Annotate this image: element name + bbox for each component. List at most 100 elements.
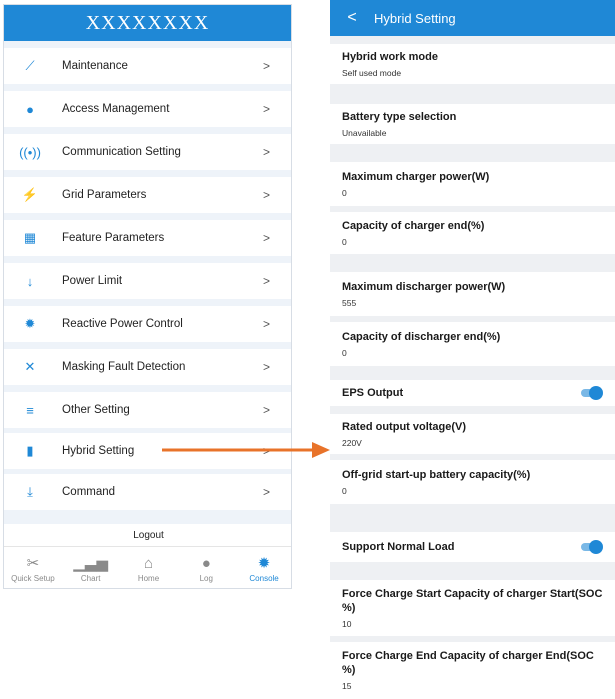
menu-item[interactable]: ● Access Management > — [4, 91, 291, 127]
tab-quick-setup[interactable]: ✂ Quick Setup — [4, 547, 62, 588]
chevron-right-icon: > — [263, 59, 271, 73]
chart-icon: ▁▃▅ — [73, 554, 108, 572]
setting-row[interactable]: Force Charge End Capacity of charger End… — [330, 642, 615, 699]
chevron-right-icon: > — [263, 403, 271, 417]
chevron-right-icon: > — [263, 360, 271, 374]
setting-label: Battery type selection — [342, 110, 457, 123]
setting-row[interactable]: Support Normal Load — [330, 532, 615, 562]
menu-item-label: Power Limit — [62, 275, 123, 287]
menu-item-label: Communication Setting — [62, 146, 181, 158]
setting-label: Force Charge Start Capacity of charger S… — [342, 587, 603, 614]
menu-item-label: Access Management — [62, 103, 170, 115]
setting-value: 0 — [342, 236, 347, 247]
lightning-icon: ⚡ — [21, 187, 39, 202]
setting-row[interactable]: Battery type selection Unavailable — [330, 104, 615, 144]
setting-label: Maximum charger power(W) — [342, 170, 490, 183]
setting-row[interactable]: Rated output voltage(V) 220V — [330, 414, 615, 454]
setting-label: Hybrid work mode — [342, 50, 438, 63]
tab-label: Console — [249, 573, 279, 583]
setting-value: 0 — [342, 187, 347, 198]
setting-value: Unavailable — [342, 127, 387, 138]
setting-row[interactable]: Off-grid start-up battery capacity(%) 0 — [330, 460, 615, 504]
app-title: XXXXXXXX — [4, 5, 291, 41]
tab-label: Chart — [80, 573, 101, 583]
setting-label: Rated output voltage(V) — [342, 420, 467, 433]
tab-label: Home — [137, 573, 160, 583]
menu-item-label: Maintenance — [62, 60, 128, 72]
menu-item-label: Reactive Power Control — [62, 318, 183, 330]
menu-item[interactable]: ▦ Feature Parameters > — [4, 220, 291, 256]
command-icon: ⤓ — [27, 484, 33, 499]
setting-value: 10 — [342, 618, 352, 629]
orange-arrow — [162, 442, 330, 458]
menu-item[interactable]: ≡ Other Setting > — [4, 392, 291, 428]
setting-value: 0 — [342, 347, 347, 358]
tools-icon: ✂ — [26, 554, 40, 572]
chevron-right-icon: > — [263, 231, 271, 245]
toggle-switch[interactable] — [581, 540, 603, 554]
toggle-switch[interactable] — [581, 386, 603, 400]
setting-value: 0 — [342, 485, 347, 496]
user-icon: ● — [26, 101, 34, 117]
setting-value: Self used mode — [342, 67, 402, 78]
setting-value: 220V — [342, 437, 362, 448]
setting-row[interactable]: Maximum discharger power(W) 555 — [330, 272, 615, 316]
chevron-right-icon: > — [263, 102, 271, 116]
setting-row[interactable]: Force Charge Start Capacity of charger S… — [330, 580, 615, 636]
menu-item[interactable]: ⤓ Command > — [4, 474, 291, 510]
menu-item[interactable]: ↓ Power Limit > — [4, 263, 291, 299]
logout-button[interactable]: Logout — [4, 524, 291, 546]
setting-label: Support Normal Load — [342, 541, 455, 553]
battery-icon: ▮ — [26, 443, 34, 458]
menu-item[interactable]: ✹ Reactive Power Control > — [4, 306, 291, 342]
right-phone-hybrid-setting: < Hybrid Setting Hybrid work mode Self us… — [330, 0, 615, 699]
screenshot-canvas: XXXXXXXX ⟋ Maintenance > ● Access Management… — [0, 0, 615, 699]
setting-label: Maximum discharger power(W) — [342, 280, 506, 293]
menu-item-label: Command — [62, 486, 116, 498]
setting-value: 555 — [342, 297, 357, 308]
console-icon: ✹ — [257, 554, 271, 572]
setting-label: Capacity of discharger end(%) — [342, 330, 501, 343]
tab-label: Quick Setup — [11, 573, 55, 583]
hybrid-title: Hybrid Setting — [374, 10, 456, 26]
setting-label: EPS Output — [342, 387, 404, 399]
menu-item[interactable]: ((•)) Communication Setting > — [4, 134, 291, 170]
chevron-right-icon: > — [263, 485, 271, 499]
menu-item-label: Masking Fault Detection — [62, 361, 186, 373]
gear-icon: ✹ — [24, 316, 36, 331]
menu-item-label: Grid Parameters — [62, 189, 147, 201]
setting-label: Capacity of charger end(%) — [342, 219, 485, 232]
grid-icon: ▦ — [23, 230, 37, 245]
setting-row[interactable]: Capacity of discharger end(%) 0 — [330, 322, 615, 366]
tab-console[interactable]: ✹ Console — [235, 547, 291, 588]
log-icon: ● — [201, 554, 211, 572]
setting-label: Off-grid start-up battery capacity(%) — [342, 468, 531, 481]
menu-item[interactable]: ⟋ Maintenance > — [4, 48, 291, 84]
tab-label: Log — [199, 573, 213, 583]
menu-item-label: Feature Parameters — [62, 232, 165, 244]
setting-row[interactable]: Maximum charger power(W) 0 — [330, 162, 615, 206]
menu-item[interactable]: ✕ Masking Fault Detection > — [4, 349, 291, 385]
arrow-down-icon: ↓ — [26, 273, 34, 289]
chevron-right-icon: > — [263, 274, 271, 288]
back-icon[interactable]: < — [330, 9, 374, 27]
masking-icon: ✕ — [24, 359, 36, 374]
hybrid-header: < Hybrid Setting — [330, 0, 615, 36]
setting-row[interactable]: Capacity of charger end(%) 0 — [330, 212, 615, 254]
tab-chart[interactable]: ▁▃▅ Chart — [62, 547, 120, 588]
menu-item[interactable]: ⚡ Grid Parameters > — [4, 177, 291, 213]
menu-item-label: Other Setting — [62, 404, 130, 416]
chevron-right-icon: > — [263, 317, 271, 331]
wrench-icon: ⟋ — [25, 58, 35, 73]
tab-home[interactable]: ⌂ Home — [120, 547, 178, 588]
setting-value: 15 — [342, 681, 352, 691]
setting-row[interactable]: EPS Output — [330, 380, 615, 406]
tab-log[interactable]: ● Log — [177, 547, 235, 588]
setting-label: Force Charge End Capacity of charger End… — [342, 650, 594, 676]
setting-row[interactable]: Hybrid work mode Self used mode — [330, 44, 615, 84]
chevron-right-icon: > — [263, 145, 271, 159]
bottom-tab-bar: ✂ Quick Setup ▁▃▅ Chart ⌂ Home ● Log ✹ Console — [4, 546, 291, 588]
left-phone-console: XXXXXXXX ⟋ Maintenance > ● Access Management… — [3, 4, 292, 589]
list-icon: ≡ — [26, 402, 34, 418]
chevron-right-icon: > — [263, 188, 271, 202]
